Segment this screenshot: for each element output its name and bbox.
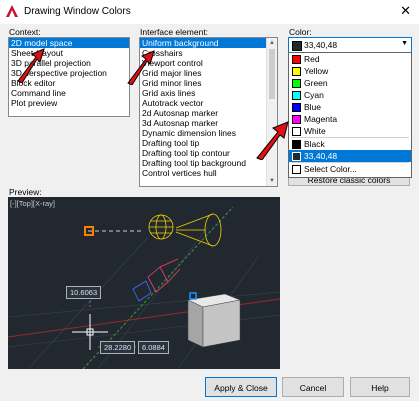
- dynamic-dimension-input: 10.6063: [66, 286, 102, 299]
- color-swatch-icon: [292, 127, 301, 136]
- interface-element-list-item[interactable]: Autotrack vector: [140, 98, 277, 108]
- color-option-label: Yellow: [304, 66, 329, 76]
- interface-element-list-item[interactable]: Control vertices hull: [140, 168, 277, 178]
- scroll-down-icon[interactable]: ▼: [267, 176, 277, 186]
- color-option[interactable]: Select Color...: [289, 163, 411, 175]
- dynamic-dimension-input: 28.2280: [100, 341, 136, 354]
- color-swatch-icon: [292, 140, 301, 149]
- color-swatch-icon: [292, 115, 301, 124]
- apply-close-button[interactable]: Apply & Close: [205, 377, 277, 397]
- camera-icon: [147, 258, 181, 293]
- color-label: Color:: [289, 27, 312, 37]
- color-option-label: Green: [304, 78, 328, 88]
- color-option-label: Select Color...: [304, 164, 357, 174]
- color-option-label: Cyan: [304, 90, 324, 100]
- scrollbar-thumb[interactable]: [269, 49, 275, 99]
- color-swatch-icon: [292, 79, 301, 88]
- preview-label: Preview:: [9, 187, 42, 197]
- window-title: Drawing Window Colors: [24, 6, 131, 17]
- color-swatch-icon: [292, 67, 301, 76]
- cancel-button[interactable]: Cancel: [282, 377, 344, 397]
- color-option-label: White: [304, 126, 326, 136]
- annotation-arrow-icon: [17, 48, 45, 83]
- context-label: Context:: [9, 27, 41, 37]
- autocad-logo-icon: [6, 5, 18, 17]
- interface-element-list-item[interactable]: Grid minor lines: [140, 78, 277, 88]
- color-select-value: 33,40,48: [304, 40, 338, 50]
- interface-element-list-item[interactable]: 2d Autosnap marker: [140, 108, 277, 118]
- context-list-item[interactable]: Command line: [9, 88, 129, 98]
- interface-element-list-item[interactable]: Crosshairs: [140, 48, 277, 58]
- color-dropdown-list[interactable]: Red Yellow Green Cyan Blue Magenta White Black 3…: [288, 52, 412, 178]
- color-option[interactable]: Green: [289, 77, 411, 89]
- scroll-up-icon[interactable]: ▲: [267, 38, 277, 48]
- grip-marker: [189, 292, 197, 300]
- interface-element-list-item[interactable]: Grid major lines: [140, 68, 277, 78]
- interface-element-listbox[interactable]: Uniform background Crosshairs Viewport con…: [139, 37, 278, 187]
- interface-element-list-item[interactable]: Uniform background: [140, 38, 277, 48]
- color-option-label: Magenta: [304, 114, 338, 124]
- context-list-item[interactable]: Plot preview: [9, 98, 129, 108]
- color-option[interactable]: Yellow: [289, 65, 411, 77]
- color-option[interactable]: Black: [289, 138, 411, 150]
- color-option[interactable]: Magenta: [289, 113, 411, 125]
- color-option-label: Red: [304, 54, 320, 64]
- title-bar: Drawing Window Colors ✕: [0, 0, 419, 24]
- color-option[interactable]: White: [289, 125, 411, 137]
- cube-object: [187, 293, 241, 348]
- interface-element-list-item[interactable]: Grid axis lines: [140, 88, 277, 98]
- dynamic-dimension-input: 6.0884: [138, 341, 169, 354]
- color-swatch-icon: [292, 165, 301, 174]
- color-option[interactable]: Cyan: [289, 89, 411, 101]
- color-option-label: Black: [304, 139, 325, 149]
- interface-element-list-item[interactable]: Viewport control: [140, 58, 277, 68]
- close-icon[interactable]: ✕: [400, 3, 411, 19]
- color-swatch-icon: [292, 103, 301, 112]
- interface-element-label: Interface element:: [140, 27, 209, 37]
- color-option-label: Blue: [304, 102, 322, 112]
- annotation-arrow-icon: [256, 121, 289, 160]
- current-color-swatch: [292, 41, 302, 51]
- preview-viewport: [-][Top][X-ray] 10.6063 28.2280 6.0884: [8, 197, 280, 369]
- color-swatch-icon: [292, 152, 301, 161]
- color-option[interactable]: Blue: [289, 101, 411, 113]
- color-swatch-icon: [292, 55, 301, 64]
- color-option-label: 33,40,48: [304, 151, 338, 161]
- annotation-arrow-icon: [127, 50, 155, 85]
- color-option[interactable]: 33,40,48: [289, 150, 411, 162]
- chevron-down-icon[interactable]: ▼: [401, 40, 408, 47]
- color-swatch-icon: [292, 91, 301, 100]
- color-select[interactable]: 33,40,48 ▼: [288, 37, 412, 53]
- light-sphere-icon: [148, 214, 174, 240]
- color-option[interactable]: Red: [289, 53, 411, 65]
- spotlight-cone-icon: [175, 213, 222, 247]
- help-button[interactable]: Help: [350, 377, 410, 397]
- vertical-scrollbar[interactable]: ▲ ▼: [266, 38, 277, 186]
